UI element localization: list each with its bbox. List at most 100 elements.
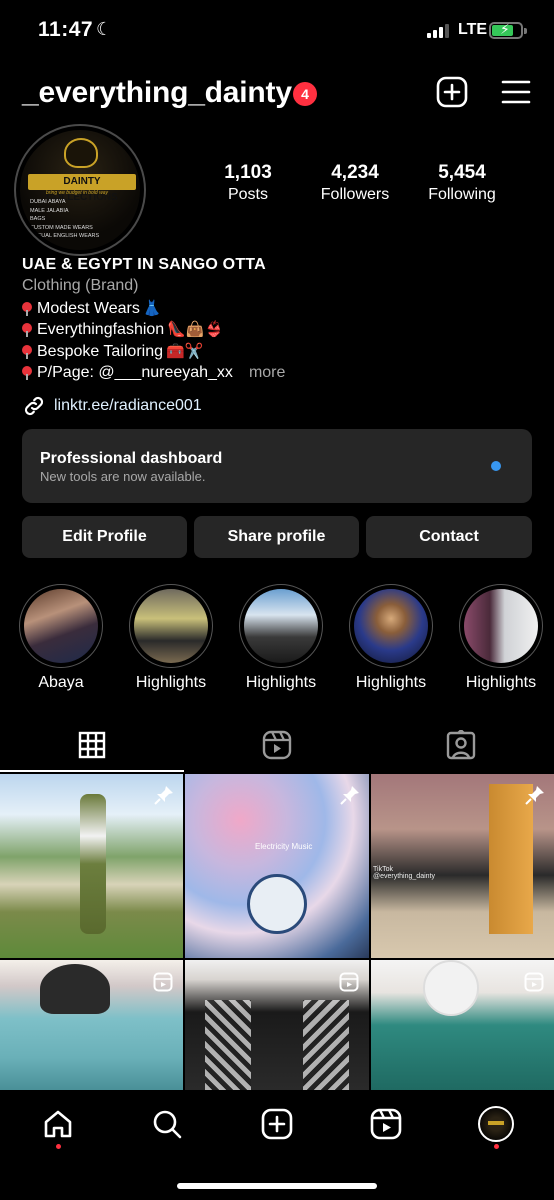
create-icon [261, 1108, 293, 1140]
professional-dashboard-card[interactable]: Professional dashboard New tools are now… [22, 429, 532, 503]
avatar-line: ABAYA [30, 241, 48, 248]
home-icon [44, 1110, 72, 1138]
post-thumbnail[interactable] [0, 960, 183, 1090]
dashboard-title: Professional dashboard [40, 450, 223, 467]
post-thumbnail[interactable] [371, 960, 554, 1090]
avatar-line: CUSTOM MADE WEARS [30, 224, 93, 231]
bio-emoji: 👠👜👙 [167, 321, 224, 339]
profile-notification-dot [494, 1144, 499, 1149]
profile-name: UAE & EGYPT IN SANGO OTTA [22, 256, 266, 273]
reels-icon [262, 730, 292, 760]
profile-avatar-small [478, 1106, 514, 1142]
avatar-line: BAGS [30, 216, 46, 222]
contact-button[interactable]: Contact [366, 516, 532, 558]
profile-username[interactable]: _everything_dainty [22, 76, 292, 110]
highlight-cover [354, 589, 428, 663]
posts-grid: Electricity Music TikTok @everything_dain… [0, 772, 554, 1090]
tab-posts-grid[interactable] [0, 718, 184, 772]
stat-label: Posts [227, 186, 268, 203]
menu-icon[interactable] [500, 76, 532, 108]
bio-emoji: 🧰✂️ [166, 342, 204, 360]
share-profile-button[interactable]: Share profile [194, 516, 359, 558]
highlight-label: Highlights [355, 674, 427, 691]
nav-reels[interactable] [366, 1104, 406, 1144]
highlight-cover [244, 589, 318, 663]
home-indicator [177, 1183, 377, 1189]
bio-text: Everythingfashion [37, 321, 165, 339]
pin-post-icon [340, 786, 359, 805]
crest-icon [64, 138, 98, 168]
nav-profile[interactable] [476, 1104, 516, 1144]
nav-create[interactable] [257, 1104, 297, 1144]
profile-avatar[interactable]: DAINTY COLLECTIONS bring we budget in bo… [14, 124, 146, 256]
story-highlight[interactable]: Highlights [129, 584, 213, 692]
tab-tagged[interactable] [369, 718, 553, 772]
avatar-tagline: bring we budget in bold way [46, 190, 108, 196]
post-thumbnail[interactable]: Electricity Music [185, 774, 369, 958]
link-icon [24, 396, 44, 416]
grid-icon [78, 731, 106, 759]
story-highlight[interactable]: Highlights [349, 584, 433, 692]
dashboard-subtitle: New tools are now available. [40, 469, 206, 484]
nav-search[interactable] [147, 1104, 187, 1144]
stat-following[interactable]: 5,454 Following [407, 162, 517, 204]
profile-tabs [0, 718, 554, 772]
reel-icon [339, 972, 359, 992]
stat-posts[interactable]: 1,103 Posts [193, 162, 303, 204]
pin-icon [22, 323, 32, 338]
stat-label: Followers [320, 186, 390, 203]
reel-icon [153, 972, 173, 992]
pin-post-icon [154, 786, 173, 805]
pin-icon [22, 344, 32, 359]
network-label: LTE [458, 21, 488, 38]
highlight-label: Highlights [135, 674, 207, 691]
reel-icon [524, 972, 544, 992]
bio-text: Modest Wears [37, 299, 140, 317]
bio-line: Everythingfashion 👠👜👙 [22, 320, 522, 342]
story-highlight[interactable]: Highlights [239, 584, 323, 692]
bio-line: Modest Wears 👗 [22, 298, 522, 320]
tagged-icon [446, 730, 476, 760]
link-text[interactable]: linktr.ee/radiance001 [54, 397, 202, 415]
notification-badge[interactable]: 4 [293, 82, 317, 106]
battery-icon: ⚡ [489, 21, 527, 39]
profile-bio: UAE & EGYPT IN SANGO OTTA Clothing (Bran… [22, 256, 522, 384]
create-post-icon[interactable] [436, 76, 468, 108]
stat-value: 5,454 [438, 162, 486, 183]
bio-more-link[interactable]: more [249, 364, 285, 382]
nav-home[interactable] [38, 1104, 78, 1144]
story-highlight[interactable]: Highlights [459, 584, 543, 692]
avatar-line: DUBAI ABAYA [30, 199, 66, 205]
highlight-label: Highlights [465, 674, 537, 691]
stat-label: Following [428, 186, 496, 203]
highlight-cover [24, 589, 98, 663]
story-highlight[interactable]: Abaya [19, 584, 103, 692]
avatar-brand-text: DAINTY COLLECTIONS [28, 174, 136, 203]
avatar-line: CASUAL ENGLISH WEARS [30, 233, 100, 239]
status-time: 11:47 [38, 18, 94, 41]
pin-icon [22, 301, 32, 316]
post-thumbnail[interactable] [0, 774, 183, 958]
signal-icon [427, 24, 453, 38]
bio-line: Bespoke Tailoring 🧰✂️ [22, 341, 522, 363]
pin-post-icon [525, 786, 544, 805]
bio-emoji: 👗 [142, 299, 162, 317]
highlight-cover [464, 589, 538, 663]
status-bar: 11:47 ☾ LTE ⚡ [0, 0, 554, 60]
edit-profile-button[interactable]: Edit Profile [22, 516, 187, 558]
highlight-label: Abaya [38, 674, 84, 691]
bio-link[interactable]: linktr.ee/radiance001 [22, 394, 202, 418]
tab-reels[interactable] [185, 718, 369, 772]
bio-line: P/Page: @___nureeyah_xx more [22, 363, 522, 385]
tiktok-user: @everything_dainty [373, 873, 435, 880]
music-label: Electricity Music [255, 842, 313, 851]
moon-icon: ☾ [96, 19, 113, 39]
tiktok-watermark: TikTok @everything_dainty [373, 866, 435, 880]
highlight-label: Highlights [245, 674, 317, 691]
post-thumbnail[interactable]: TikTok @everything_dainty [371, 774, 554, 958]
stat-followers[interactable]: 4,234 Followers [300, 162, 410, 204]
profile-category: Clothing (Brand) [22, 277, 139, 294]
stat-value: 1,103 [224, 162, 272, 183]
post-thumbnail[interactable] [185, 960, 369, 1090]
bio-mention[interactable]: P/Page: @___nureeyah_xx [37, 364, 233, 382]
